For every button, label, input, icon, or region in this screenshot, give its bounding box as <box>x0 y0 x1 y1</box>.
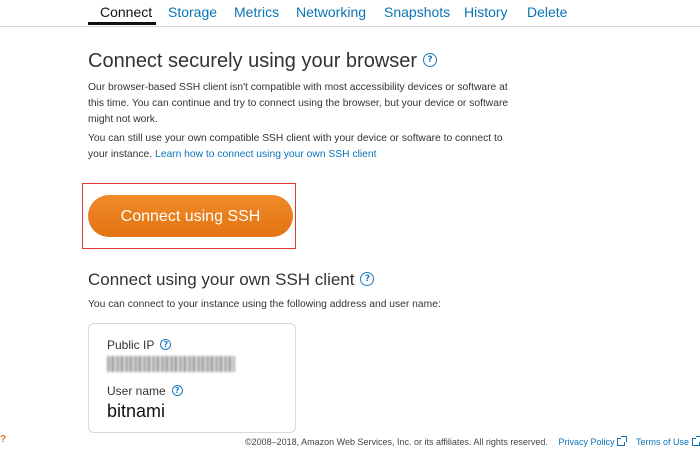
privacy-policy-label: Privacy Policy <box>558 437 615 447</box>
external-link-icon <box>692 436 700 446</box>
corner-mark: ? <box>0 434 7 445</box>
tab-bar: Connect Storage Metrics Networking Snaps… <box>0 0 700 27</box>
external-link-icon <box>617 436 628 446</box>
active-tab-indicator <box>88 22 156 25</box>
terms-of-use-label: Terms of Use <box>635 437 689 447</box>
own-client-section-title-text: Connect using your own SSH client <box>88 270 355 289</box>
terms-of-use-link[interactable]: Terms of Use <box>635 436 700 447</box>
browser-section-title-text: Connect securely using your browser <box>88 50 418 72</box>
help-icon[interactable]: ? <box>423 52 438 67</box>
tab-history[interactable]: History <box>464 4 508 20</box>
connection-details-card: Public IP? User name? bitnami <box>88 323 296 433</box>
learn-own-ssh-link[interactable]: Learn how to connect using your own SSH … <box>155 149 377 160</box>
tab-snapshots[interactable]: Snapshots <box>384 4 450 20</box>
user-name-label: User name? <box>107 384 183 398</box>
public-ip-label-text: Public IP <box>107 338 155 352</box>
tab-networking[interactable]: Networking <box>296 4 366 20</box>
tab-delete[interactable]: Delete <box>527 4 567 20</box>
public-ip-value-redacted <box>107 356 235 372</box>
accessibility-notice: Our browser-based SSH client isn't compa… <box>88 82 509 125</box>
tab-storage[interactable]: Storage <box>168 4 217 20</box>
help-icon[interactable]: ? <box>360 271 375 286</box>
connect-using-ssh-button[interactable]: Connect using SSH <box>88 195 293 237</box>
footer: ©2008–2018, Amazon Web Services, Inc. or… <box>244 436 700 447</box>
browser-section-title: Connect securely using your browser? <box>88 50 438 73</box>
user-name-label-text: User name <box>107 384 166 398</box>
copyright-text: ©2008–2018, Amazon Web Services, Inc. or… <box>244 437 548 447</box>
privacy-policy-link[interactable]: Privacy Policy <box>558 436 628 447</box>
own-client-section-title: Connect using your own SSH client? <box>88 270 375 290</box>
tab-connect[interactable]: Connect <box>100 4 152 20</box>
help-icon[interactable]: ? <box>160 339 172 351</box>
help-icon[interactable]: ? <box>171 385 183 397</box>
tab-metrics[interactable]: Metrics <box>234 4 279 20</box>
own-client-description: You can connect to your instance using t… <box>88 299 441 310</box>
user-name-value: bitnami <box>107 401 166 421</box>
public-ip-label: Public IP? <box>107 338 172 352</box>
own-client-notice: You can still use your own compatible SS… <box>88 131 518 163</box>
